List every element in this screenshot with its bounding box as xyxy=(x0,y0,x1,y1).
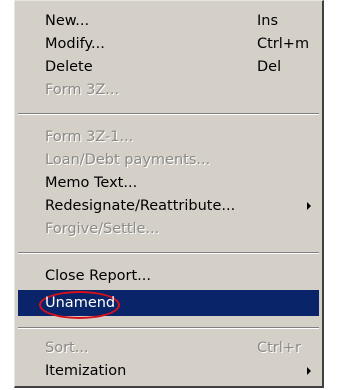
menu-item-loan-debt-payments: Loan/Debt payments... xyxy=(18,149,319,171)
context-menu: New... Ins Modify... Ctrl+m Delete Del F… xyxy=(14,0,324,388)
menu-item-shortcut: Del xyxy=(257,59,282,75)
menu-item-label: Modify... xyxy=(45,36,105,52)
menu-item-label: Delete xyxy=(45,59,93,75)
submenu-arrow-icon xyxy=(307,202,311,210)
menu-item-itemization[interactable]: Itemization xyxy=(18,360,319,382)
menu-item-modify[interactable]: Modify... Ctrl+m xyxy=(18,33,319,55)
menu-item-delete[interactable]: Delete Del xyxy=(18,56,319,78)
menu-separator xyxy=(18,113,319,115)
menu-separator xyxy=(18,252,319,254)
menu-item-sort: Sort... Ctrl+r xyxy=(18,337,319,359)
menu-item-shortcut: Ins xyxy=(257,13,279,29)
menu-item-label: Memo Text... xyxy=(45,175,138,191)
menu-item-memo-text[interactable]: Memo Text... xyxy=(18,172,319,194)
menu-item-label: Loan/Debt payments... xyxy=(45,152,211,168)
menu-item-label: Unamend xyxy=(45,295,116,311)
menu-separator xyxy=(18,327,319,329)
menu-item-redesignate-reattribute[interactable]: Redesignate/Reattribute... xyxy=(18,195,319,217)
menu-item-unamend[interactable]: Unamend xyxy=(18,290,319,319)
menu-item-label: Redesignate/Reattribute... xyxy=(45,198,236,214)
menu-item-label: Forgive/Settle... xyxy=(45,221,160,237)
menu-item-form-3z: Form 3Z... xyxy=(18,79,319,101)
menu-item-label: Sort... xyxy=(45,340,89,356)
menu-item-label: Form 3Z... xyxy=(45,82,120,98)
menu-item-label: Form 3Z-1... xyxy=(45,129,134,145)
menu-item-shortcut: Ctrl+r xyxy=(257,340,301,356)
submenu-arrow-icon xyxy=(307,367,311,375)
menu-item-new[interactable]: New... Ins xyxy=(18,10,319,32)
menu-item-label: New... xyxy=(45,13,90,29)
menu-item-form-3z-1: Form 3Z-1... xyxy=(18,126,319,148)
menu-item-close-report[interactable]: Close Report... xyxy=(18,265,319,287)
menu-item-label: Itemization xyxy=(45,363,127,379)
menu-item-label: Close Report... xyxy=(45,268,152,284)
menu-item-shortcut: Ctrl+m xyxy=(257,36,310,52)
menu-item-forgive-settle: Forgive/Settle... xyxy=(18,218,319,240)
